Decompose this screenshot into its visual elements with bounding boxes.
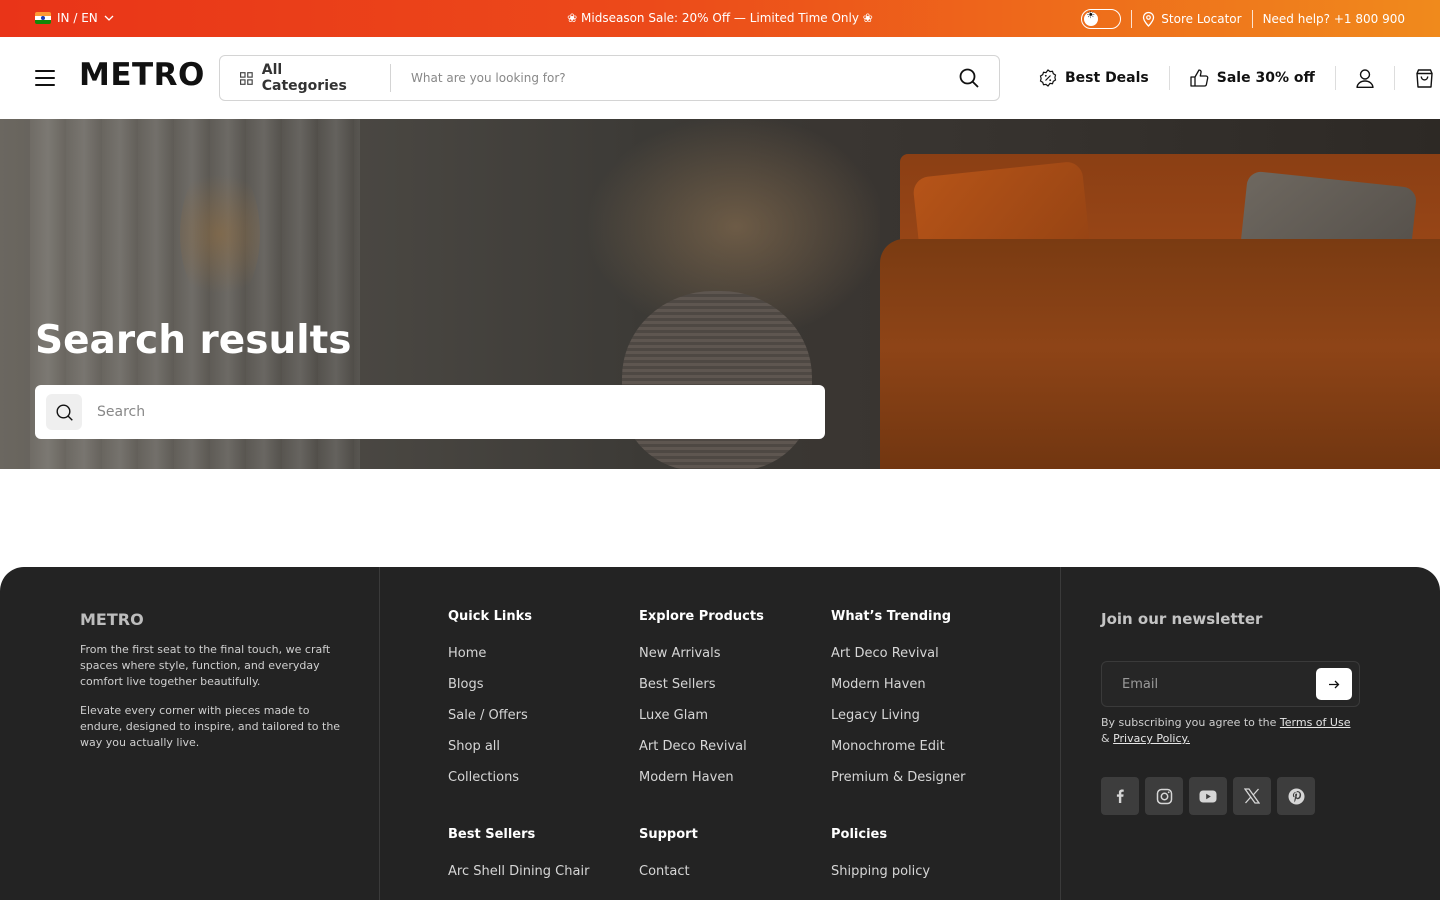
location-pin-icon: [1143, 11, 1155, 27]
footer-column-title: Policies: [831, 827, 888, 842]
footer-column-whats-trending: What’s Trending Art Deco Revival Modern …: [831, 609, 965, 801]
footer-link[interactable]: Shop all: [448, 739, 532, 770]
footer-link[interactable]: Blogs: [448, 677, 532, 708]
header-search: All Categories: [219, 55, 1000, 101]
x-icon[interactable]: [1233, 777, 1271, 815]
divider: [1168, 66, 1170, 90]
divider: [1060, 567, 1061, 900]
footer-link[interactable]: Monochrome Edit: [831, 739, 965, 770]
site-logo[interactable]: METRO: [79, 57, 205, 93]
footer-link[interactable]: Contact: [639, 864, 698, 895]
thumbs-up-icon: [1190, 69, 1209, 87]
footer-link[interactable]: Shipping policy: [831, 864, 930, 895]
search-icon[interactable]: [949, 68, 989, 88]
social-links: [1101, 777, 1315, 815]
footer-link[interactable]: Sale / Offers: [448, 708, 532, 739]
footer-column-title: Quick Links: [448, 609, 533, 624]
terms-of-use-link[interactable]: Terms of Use: [1280, 716, 1351, 729]
footer-column-title: Best Sellers: [448, 827, 536, 842]
footer-about: From the first seat to the final touch, …: [80, 642, 350, 751]
sale-label: Sale 30% off: [1216, 70, 1315, 86]
footer-column-policies: Policies Shipping policy: [831, 827, 930, 895]
footer-link[interactable]: Arc Shell Dining Chair: [448, 864, 589, 895]
about-paragraph: Elevate every corner with pieces made to…: [80, 704, 341, 749]
footer-brand: METRO: [80, 610, 144, 629]
newsletter-form: [1101, 661, 1360, 707]
grid-icon: [240, 71, 253, 85]
footer-link[interactable]: Art Deco Revival: [831, 646, 965, 677]
help-phone-link[interactable]: Need help? +1 800 900: [1263, 12, 1405, 26]
page-title: Search results: [35, 318, 352, 363]
newsletter-submit-button[interactable]: [1316, 668, 1352, 700]
divider: [379, 567, 380, 900]
footer-link[interactable]: Luxe Glam: [639, 708, 764, 739]
footer-column-explore-products: Explore Products New Arrivals Best Selle…: [639, 609, 764, 801]
footer-link[interactable]: Modern Haven: [831, 677, 965, 708]
footer-column-support: Support Contact: [639, 827, 698, 895]
footer-link[interactable]: Collections: [448, 770, 532, 801]
sofa: [880, 239, 1440, 469]
divider: [1131, 10, 1133, 28]
pinterest-icon[interactable]: [1277, 777, 1315, 815]
store-locator-link[interactable]: Store Locator: [1142, 11, 1242, 27]
footer-column-best-sellers: Best Sellers Arc Shell Dining Chair: [448, 827, 589, 895]
privacy-policy-link[interactable]: Privacy Policy.: [1113, 732, 1190, 745]
site-footer: METRO From the first seat to the final t…: [0, 567, 1440, 900]
sale-link[interactable]: Sale 30% off: [1190, 69, 1315, 87]
results-search: [35, 385, 825, 439]
user-icon[interactable]: [1356, 68, 1374, 88]
footer-link[interactable]: New Arrivals: [639, 646, 764, 677]
footer-link[interactable]: Art Deco Revival: [639, 739, 764, 770]
vase: [622, 291, 812, 469]
footer-column-quick-links: Quick Links Home Blogs Sale / Offers Sho…: [448, 609, 532, 801]
footer-column-title: What’s Trending: [831, 609, 952, 624]
footer-link[interactable]: Modern Haven: [639, 770, 764, 801]
footer-column-title: Support: [639, 827, 698, 842]
newsletter-title: Join our newsletter: [1101, 610, 1263, 628]
announcement-bar: IN / EN ❀ Midseason Sale: 20% Off — Limi…: [0, 0, 1440, 37]
footer-link[interactable]: Best Sellers: [639, 677, 764, 708]
best-deals-link[interactable]: Best Deals: [1039, 69, 1149, 87]
site-header: METRO All Categories Best Deals Sale 30%…: [0, 37, 1440, 119]
footer-link[interactable]: Premium & Designer: [831, 770, 965, 801]
search-icon[interactable]: [46, 394, 82, 430]
terms-text: By subscribing you agree to the: [1101, 716, 1277, 729]
about-paragraph: From the first seat to the final touch, …: [80, 643, 331, 688]
terms-and: &: [1101, 732, 1110, 745]
all-categories-button[interactable]: All Categories: [220, 62, 391, 94]
store-locator-label: Store Locator: [1161, 12, 1242, 26]
results-search-input[interactable]: [82, 404, 825, 420]
discount-badge-icon: [1039, 69, 1057, 87]
divider: [1251, 10, 1253, 28]
header-nav: Best Deals Sale 30% off: [1039, 65, 1434, 91]
arrow-right-icon: [1328, 680, 1339, 688]
all-categories-label: All Categories: [261, 62, 347, 94]
footer-link[interactable]: Legacy Living: [831, 708, 965, 739]
footer-column-title: Explore Products: [639, 609, 764, 624]
divider: [1334, 66, 1336, 90]
best-deals-label: Best Deals: [1065, 70, 1149, 86]
newsletter-terms: By subscribing you agree to the Terms of…: [1101, 715, 1361, 747]
facebook-icon[interactable]: [1101, 777, 1139, 815]
plant-shadow: [180, 159, 260, 309]
newsletter-email-input[interactable]: [1102, 676, 1316, 692]
theme-toggle[interactable]: [1081, 9, 1122, 29]
menu-icon[interactable]: [35, 70, 55, 86]
shopping-bag-icon[interactable]: [1415, 68, 1434, 88]
sun-icon: [1084, 10, 1099, 26]
instagram-icon[interactable]: [1145, 777, 1183, 815]
youtube-icon[interactable]: [1189, 777, 1227, 815]
divider: [1393, 66, 1395, 90]
header-search-input[interactable]: [391, 71, 949, 85]
footer-link[interactable]: Home: [448, 646, 532, 677]
